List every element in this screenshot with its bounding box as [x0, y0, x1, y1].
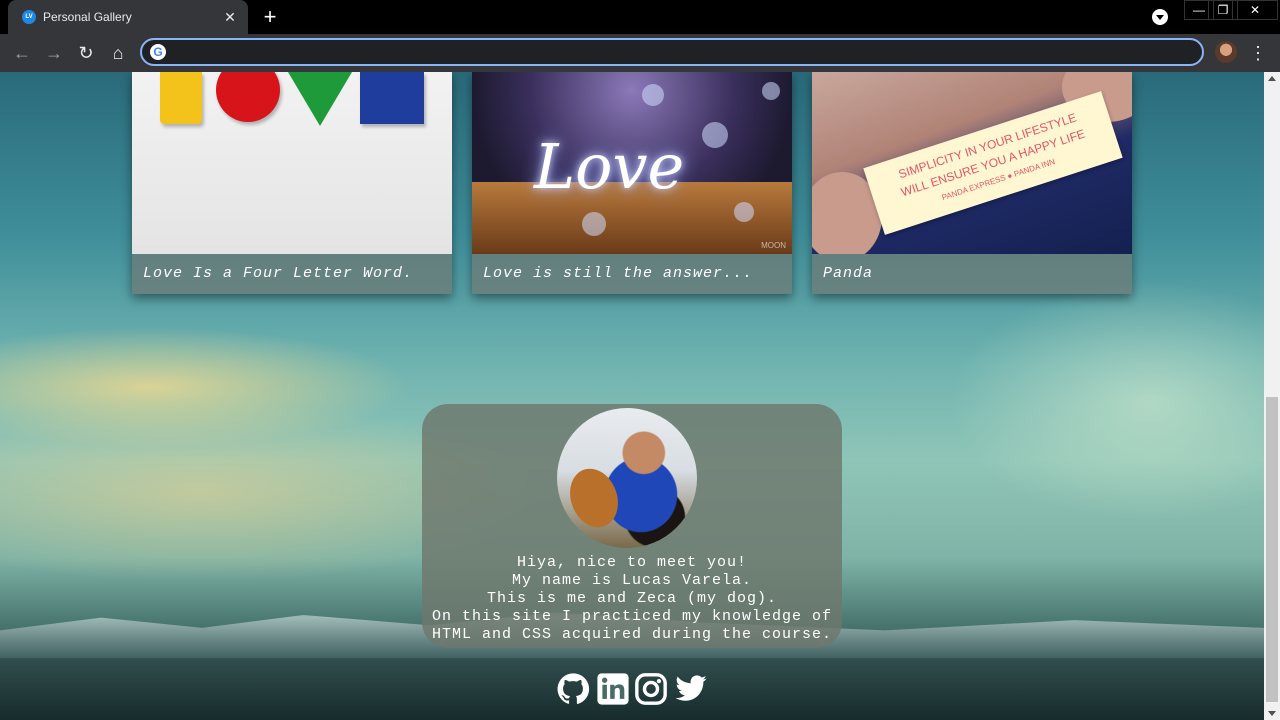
tab-search-icon[interactable]: [1152, 9, 1168, 25]
tab-personal-gallery[interactable]: LV Personal Gallery ✕: [8, 0, 248, 34]
browser-titlebar: LV Personal Gallery ✕ + — ❐ ✕: [0, 0, 1280, 34]
yellow-block: [160, 72, 202, 124]
gallery-image: SIMPLICITY IN YOUR LIFESTYLE WILL ENSURE…: [812, 72, 1132, 254]
blue-block: [360, 72, 424, 124]
twitter-icon[interactable]: [674, 672, 708, 706]
about-line: Hiya, nice to meet you!: [516, 554, 748, 571]
footer: [0, 658, 1264, 720]
new-tab-icon[interactable]: +: [258, 6, 282, 30]
about-box: Hiya, nice to meet you! My name is Lucas…: [422, 404, 842, 648]
github-icon[interactable]: [556, 672, 590, 706]
gallery-card[interactable]: Love MOON Love is still the answer...: [472, 72, 792, 294]
back-icon[interactable]: ←: [10, 41, 34, 65]
window-close-icon[interactable]: ✕: [1232, 0, 1278, 20]
favicon-icon: LV: [22, 10, 36, 24]
scroll-up-icon[interactable]: [1268, 76, 1276, 81]
red-block: [216, 72, 280, 122]
bokeh-light: [734, 202, 754, 222]
profile-avatar[interactable]: [1215, 41, 1237, 63]
google-icon: G: [150, 44, 166, 60]
menu-icon[interactable]: ⋮: [1248, 41, 1268, 65]
gallery-image: [132, 72, 452, 254]
tab-title: Personal Gallery: [43, 10, 132, 24]
gallery-image: Love MOON: [472, 72, 792, 254]
about-line: My name is Lucas Varela.: [511, 572, 753, 589]
bokeh-light: [762, 82, 780, 100]
home-icon[interactable]: ⌂: [106, 41, 130, 65]
gallery-card[interactable]: SIMPLICITY IN YOUR LIFESTYLE WILL ENSURE…: [812, 72, 1132, 294]
about-line: HTML and CSS acquired during the course.: [431, 626, 833, 643]
fortune-paper: SIMPLICITY IN YOUR LIFESTYLE WILL ENSURE…: [863, 91, 1123, 235]
address-bar[interactable]: G: [140, 38, 1204, 66]
gallery-caption: Love is still the answer...: [472, 254, 792, 294]
photo-signature: MOON: [761, 241, 786, 250]
bokeh-light: [582, 212, 606, 236]
guitar-shape: [562, 461, 626, 535]
linkedin-icon[interactable]: [596, 672, 630, 706]
scrollbar-thumb[interactable]: [1266, 397, 1278, 702]
bokeh-light: [702, 122, 728, 148]
gallery-card[interactable]: Love Is a Four Letter Word.: [132, 72, 452, 294]
instagram-icon[interactable]: [634, 672, 668, 706]
light-painting-text: Love: [534, 130, 685, 203]
page-viewport: Love Is a Four Letter Word. Love MOON Lo…: [0, 72, 1280, 720]
about-line: This is me and Zeca (my dog).: [486, 590, 778, 607]
bokeh-light: [642, 84, 664, 106]
address-input[interactable]: [174, 42, 1174, 62]
forward-icon[interactable]: →: [42, 41, 66, 65]
gallery-caption: Love Is a Four Letter Word.: [132, 254, 452, 294]
about-line: On this site I practiced my knowledge of: [431, 608, 833, 625]
about-text: Hiya, nice to meet you! My name is Lucas…: [422, 554, 842, 644]
green-block: [288, 72, 352, 126]
tab-close-icon[interactable]: ✕: [220, 7, 240, 27]
vertical-scrollbar[interactable]: [1264, 72, 1280, 720]
gallery-caption: Panda: [812, 254, 1132, 294]
profile-photo: [557, 408, 697, 548]
browser-toolbar: ← → ↻ ⌂ G ⋮: [0, 34, 1280, 72]
reload-icon[interactable]: ↻: [74, 41, 98, 65]
scroll-down-icon[interactable]: [1268, 711, 1276, 716]
